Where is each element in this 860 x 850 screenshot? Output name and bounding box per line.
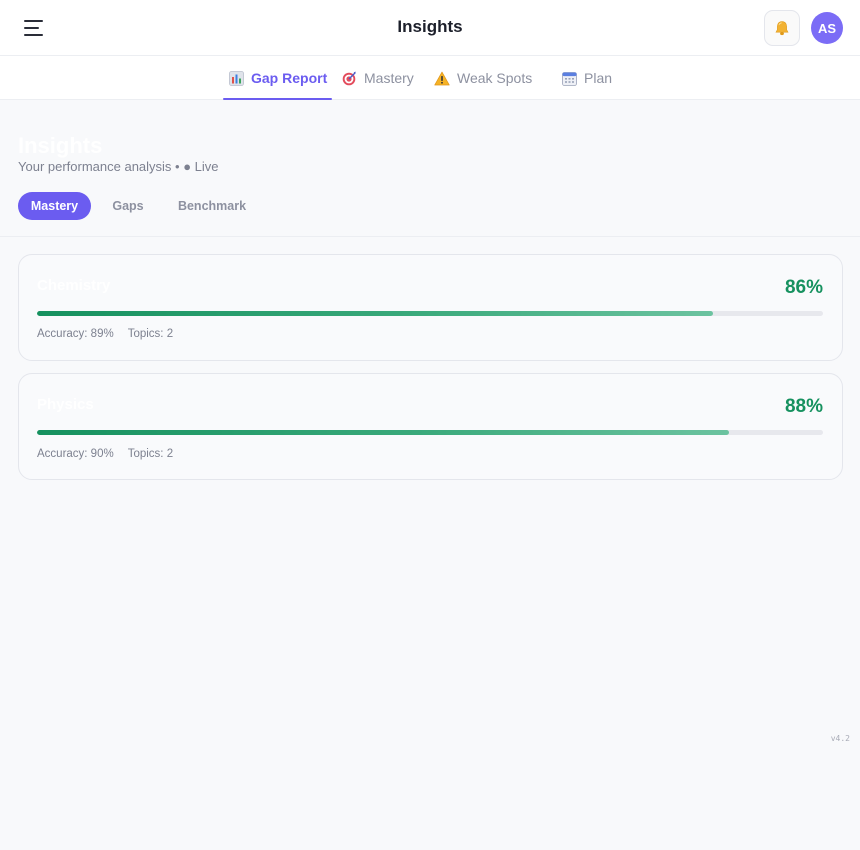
tab-plan[interactable]: Plan [562, 56, 612, 100]
mastery-percent: 86% [784, 277, 823, 298]
accuracy-stat: Accuracy: 89% [37, 328, 114, 340]
page-subtitle: Your performance analysis • ● Live [18, 159, 219, 174]
segment-gaps[interactable]: Gaps [99, 192, 157, 220]
notifications-button[interactable] [764, 10, 800, 46]
subject-name: Physics [37, 396, 94, 413]
calendar-icon [562, 71, 577, 86]
card-stats: Accuracy: 90% Topics: 2 [37, 448, 173, 460]
topics-stat: Topics: 2 [127, 328, 174, 340]
mastery-progress-fill [37, 311, 713, 316]
subject-card-chemistry[interactable]: Chemistry 86% Accuracy: 89% Topics: 2 [18, 254, 843, 361]
mastery-percent: 88% [784, 396, 823, 417]
tab-gap-report[interactable]: Gap Report [222, 56, 333, 100]
top-app-bar: Insights AS [0, 0, 860, 56]
card-stats: Accuracy: 89% Topics: 2 [37, 328, 173, 340]
section-divider [0, 236, 860, 237]
mastery-progress-fill [37, 430, 729, 435]
tab-gap-report-label: Gap Report [251, 70, 328, 86]
topics-stat: Topics: 2 [127, 448, 174, 460]
tab-plan-label: Plan [584, 70, 613, 86]
insights-tab-bar: Gap Report Mastery Weak Spots Plan [0, 56, 860, 100]
tab-mastery-label: Mastery [364, 70, 414, 86]
bar-chart-icon [229, 70, 244, 86]
app-title: Insights [397, 17, 463, 36]
mastery-progress-bar [37, 430, 823, 435]
subject-card-physics[interactable]: Physics 88% Accuracy: 90% Topics: 2 [18, 373, 843, 480]
warning-icon [434, 71, 450, 86]
segment-benchmark[interactable]: Benchmark [166, 192, 258, 220]
tab-mastery[interactable]: Mastery [342, 56, 414, 100]
bell-icon [775, 20, 789, 35]
subject-name: Chemistry [37, 277, 111, 294]
segment-mastery[interactable]: Mastery [18, 192, 91, 220]
app-version: v4.2 [830, 734, 850, 743]
user-avatar[interactable]: AS [811, 12, 843, 44]
tab-weak-spots[interactable]: Weak Spots [434, 56, 532, 100]
target-icon [342, 71, 357, 86]
page-heading: Insights [18, 133, 103, 158]
mastery-progress-bar [37, 311, 823, 316]
accuracy-stat: Accuracy: 90% [37, 448, 114, 460]
tab-weak-spots-label: Weak Spots [457, 70, 533, 86]
